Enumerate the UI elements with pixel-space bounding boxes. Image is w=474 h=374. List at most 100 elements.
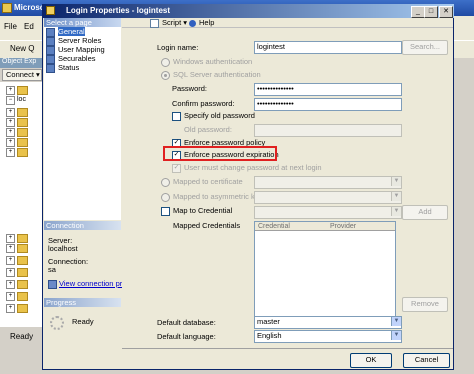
help-button[interactable]: Help — [189, 18, 214, 27]
remove-button[interactable]: Remove — [402, 297, 448, 312]
expand-icon[interactable]: + — [6, 86, 15, 95]
folder-icon — [17, 148, 28, 157]
confirm-password-input[interactable]: •••••••••••••• — [254, 98, 402, 111]
default-language-dropdown[interactable]: English ▼ — [254, 330, 402, 343]
must-change-checkbox[interactable]: ✓ — [172, 164, 181, 173]
expand-icon[interactable]: + — [6, 304, 15, 313]
new-query-button[interactable]: New Q — [10, 44, 34, 53]
dialog-title: Login Properties - logintest — [66, 6, 171, 15]
default-database-dropdown[interactable]: master ▼ — [254, 316, 402, 329]
page-securables[interactable]: Securables — [46, 54, 118, 64]
progress-header: Progress — [44, 298, 121, 307]
folder-icon — [17, 118, 28, 127]
tree-node[interactable]: + — [6, 108, 40, 117]
confirm-password-label: Confirm password: — [172, 99, 235, 108]
mapped-credentials-grid[interactable] — [254, 221, 396, 323]
tree-node[interactable]: + — [6, 138, 40, 147]
chevron-down-icon[interactable]: ▾ — [183, 18, 187, 27]
tree-node[interactable]: + — [6, 128, 40, 137]
default-database-label: Default database: — [157, 318, 216, 327]
expand-icon[interactable]: + — [6, 138, 15, 147]
login-name-input[interactable]: logintest — [254, 41, 402, 54]
expand-icon[interactable]: + — [6, 244, 15, 253]
ok-button[interactable]: OK — [350, 353, 392, 368]
expand-icon[interactable]: + — [6, 268, 15, 277]
specify-old-password-checkbox[interactable] — [172, 112, 181, 121]
chevron-down-icon[interactable]: ▼ — [391, 177, 401, 186]
sql-auth-radio[interactable] — [161, 71, 170, 80]
folder-icon — [17, 244, 28, 253]
page-server-roles[interactable]: Server Roles — [46, 36, 118, 46]
folder-icon — [17, 292, 28, 301]
folder-icon — [17, 108, 28, 117]
mapped-cert-radio[interactable] — [161, 178, 170, 187]
help-icon — [189, 19, 196, 27]
certificate-dropdown[interactable]: ▼ — [254, 176, 402, 189]
page-icon — [46, 63, 55, 73]
mapped-asym-radio[interactable] — [161, 193, 170, 202]
login-name-label: Login name: — [157, 43, 199, 52]
map-credential-checkbox[interactable] — [161, 207, 170, 216]
connect-button[interactable]: Connect ▾ — [2, 69, 42, 81]
old-password-input[interactable] — [254, 124, 402, 137]
folder-icon — [17, 280, 28, 289]
tree-node[interactable]: + — [6, 118, 40, 127]
script-button[interactable]: Script ▾ — [150, 18, 187, 28]
expand-icon[interactable]: + — [6, 280, 15, 289]
tree-node[interactable]: + — [6, 304, 40, 313]
tree-node[interactable]: + — [6, 280, 40, 289]
tree-node[interactable]: + — [6, 244, 40, 253]
progress-spinner-icon — [50, 316, 64, 330]
tree-node[interactable]: + — [6, 86, 40, 95]
asymmetric-key-dropdown[interactable]: ▼ — [254, 191, 402, 204]
windows-auth-label: Windows authentication — [173, 57, 253, 66]
expand-icon[interactable]: + — [6, 118, 15, 127]
page-general[interactable]: General — [46, 27, 118, 37]
folder-icon — [17, 138, 28, 147]
server-value: localhost — [48, 244, 78, 253]
tree-node[interactable]: + — [6, 292, 40, 301]
expand-icon[interactable]: − — [6, 96, 15, 105]
tree-node[interactable]: + — [6, 256, 40, 265]
page-user-mapping[interactable]: User Mapping — [46, 45, 118, 55]
properties-icon — [48, 279, 57, 289]
chevron-down-icon[interactable]: ▼ — [391, 317, 401, 326]
add-button[interactable]: Add — [402, 205, 448, 220]
mapped-credentials-label: Mapped Credentials — [173, 221, 241, 230]
old-password-label: Old password: — [184, 125, 232, 134]
search-button[interactable]: Search... — [402, 40, 448, 55]
menu-file[interactable]: File — [4, 22, 17, 31]
expand-icon[interactable]: + — [6, 234, 15, 243]
credential-dropdown[interactable]: ▼ — [254, 206, 402, 219]
app-icon — [2, 3, 12, 13]
expand-icon[interactable]: + — [6, 292, 15, 301]
expand-icon[interactable]: + — [6, 256, 15, 265]
chevron-down-icon[interactable]: ▼ — [391, 331, 401, 340]
grid-header-provider[interactable]: Provider — [330, 223, 356, 230]
select-page-header: Select a page — [44, 18, 121, 27]
page-status[interactable]: Status — [46, 63, 118, 73]
expand-icon[interactable]: + — [6, 108, 15, 117]
tree-node[interactable]: + — [6, 148, 40, 157]
tree-node[interactable]: − loc — [6, 96, 40, 105]
chevron-down-icon[interactable]: ▼ — [391, 192, 401, 201]
password-input[interactable]: •••••••••••••• — [254, 83, 402, 96]
tree-node[interactable]: + — [6, 234, 40, 243]
red-highlight-box — [163, 146, 277, 161]
expand-icon[interactable]: + — [6, 128, 15, 137]
chevron-down-icon[interactable]: ▼ — [391, 207, 401, 216]
cancel-button[interactable]: Cancel — [403, 353, 450, 368]
divider — [122, 348, 453, 349]
folder-icon — [17, 86, 28, 95]
grid-header-credential[interactable]: Credential — [258, 223, 290, 230]
menu-edit[interactable]: Ed — [24, 22, 34, 31]
connection-value: sa — [48, 265, 56, 274]
background-app-title: Microso — [14, 3, 45, 12]
specify-old-password-label: Specify old password — [184, 111, 255, 120]
windows-auth-radio[interactable] — [161, 58, 170, 67]
status-text: Ready — [10, 332, 34, 341]
expand-icon[interactable]: + — [6, 148, 15, 157]
script-icon — [150, 18, 159, 28]
folder-icon — [17, 304, 28, 313]
tree-node[interactable]: + — [6, 268, 40, 277]
